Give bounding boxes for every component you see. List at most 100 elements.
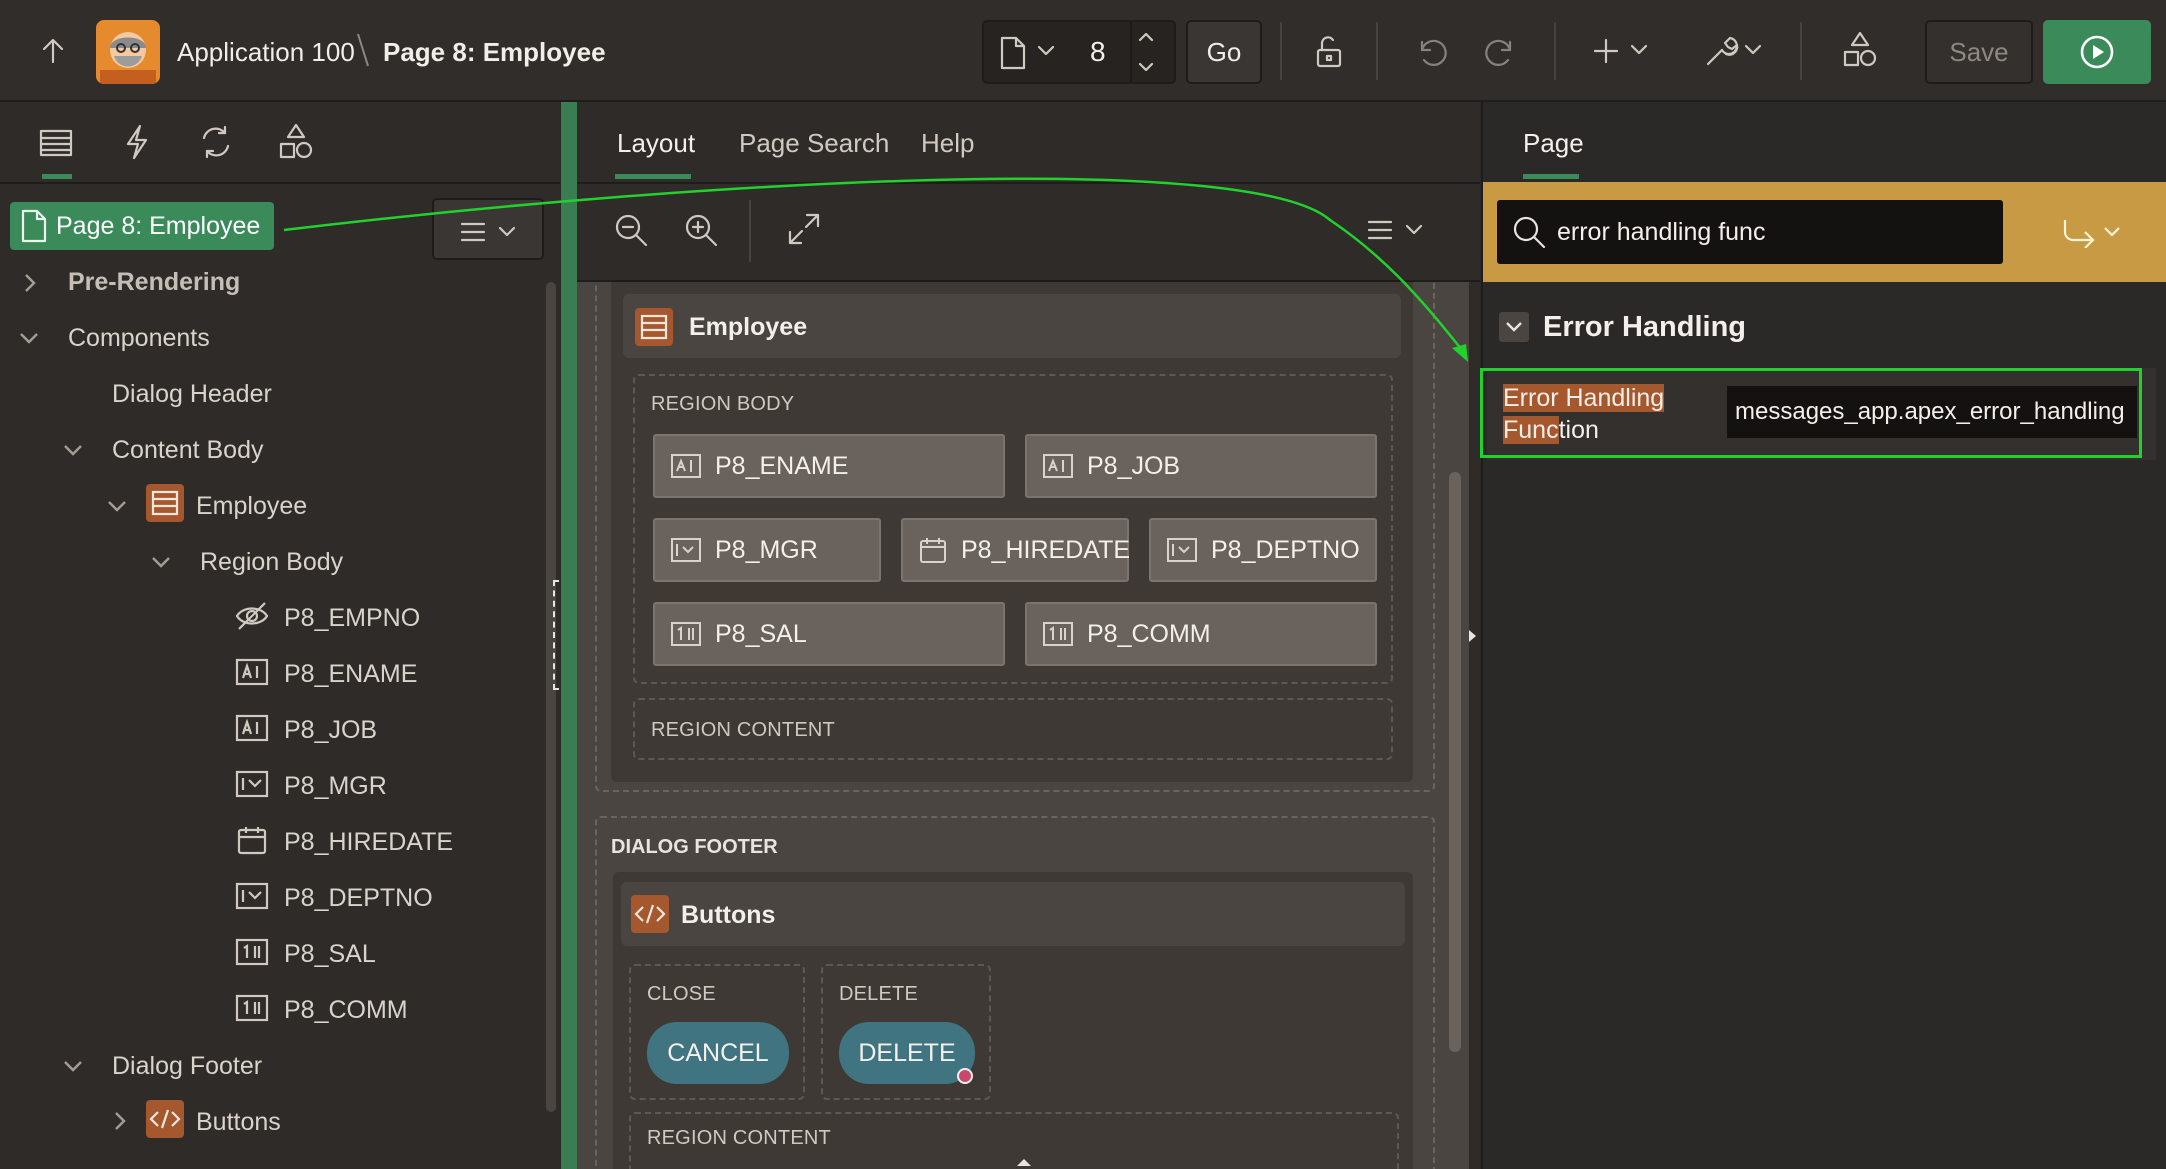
chevron-down-icon[interactable] [150, 554, 172, 570]
hamburger-icon [460, 220, 520, 244]
tree-item-ename[interactable]: P8_ENAME [284, 660, 417, 689]
hidden-eye-icon [234, 598, 270, 634]
dialog-footer-label: DIALOG FOOTER [611, 836, 778, 858]
tree-item-comm[interactable]: P8_COMM [284, 996, 408, 1025]
save-button[interactable]: Save [1925, 20, 2033, 84]
zoom-in-icon[interactable] [683, 212, 719, 248]
page-number-input[interactable]: 8 [1090, 36, 1106, 68]
processing-icon[interactable] [198, 124, 234, 160]
buttons-region-header[interactable]: Buttons [621, 882, 1405, 946]
tree-item-deptno[interactable]: P8_DEPTNO [284, 884, 433, 913]
left-scrollbar[interactable] [546, 282, 556, 1112]
delete-badge [957, 1068, 973, 1084]
top-toolbar: Application 100 Page 8: Employee 8 Go Sa… [0, 0, 2166, 102]
region-title: Employee [689, 313, 808, 341]
delete-slot-label: DELETE [839, 983, 919, 1005]
page-icon [20, 209, 48, 243]
tab-page-search[interactable]: Page Search [739, 128, 889, 159]
expand-right-handle[interactable] [1465, 626, 1479, 646]
lightning-icon[interactable] [122, 124, 152, 160]
number-field-icon [234, 990, 270, 1026]
decrement-icon[interactable] [1136, 58, 1156, 76]
tab-page[interactable]: Page [1523, 128, 1584, 159]
layout-menu-icon[interactable] [1367, 218, 1427, 242]
tree-dialog-header[interactable]: Dialog Header [112, 380, 272, 409]
up-arrow-icon[interactable] [36, 34, 70, 68]
tree-employee-region[interactable]: Employee [196, 492, 307, 521]
undo-icon[interactable] [1412, 34, 1448, 70]
region-content-label-2: REGION CONTENT [647, 1127, 831, 1149]
calendar-icon [234, 822, 270, 858]
shared-components-icon[interactable] [1842, 30, 1878, 70]
group-title-error-handling: Error Handling [1543, 311, 1747, 343]
item-p8-sal[interactable]: P8_SAL [653, 602, 1005, 666]
region-content-label: REGION CONTENT [651, 719, 835, 741]
tree-item-sal[interactable]: P8_SAL [284, 940, 376, 969]
tree-pre-rendering[interactable]: Pre-Rendering [68, 268, 240, 297]
splitter-bar[interactable] [561, 102, 577, 1169]
region-icon [146, 484, 184, 522]
chevron-right-icon[interactable] [22, 272, 38, 294]
item-p8-mgr[interactable]: P8_MGR [653, 518, 881, 582]
close-slot-label: CLOSE [647, 983, 716, 1005]
tree-item-hiredate[interactable]: P8_HIREDATE [284, 828, 453, 857]
tree-content-body[interactable]: Content Body [112, 436, 264, 465]
tree-root-page[interactable]: Page 8: Employee [10, 202, 274, 250]
number-field-icon [234, 934, 270, 970]
code-icon [146, 1100, 184, 1138]
tab-layout[interactable]: Layout [617, 128, 695, 159]
canvas-scrollbar[interactable] [1449, 472, 1461, 1052]
tree-buttons-region[interactable]: Buttons [196, 1108, 281, 1137]
redo-icon[interactable] [1484, 34, 1520, 70]
text-field-icon [234, 710, 270, 746]
create-menu-icon[interactable] [1592, 36, 1652, 66]
text-field-icon [234, 654, 270, 690]
utilities-wrench-icon[interactable] [1704, 32, 1766, 68]
search-icon [1511, 214, 1547, 250]
tree-menu-button[interactable] [432, 198, 544, 260]
item-p8-ename[interactable]: P8_ENAME [653, 434, 1005, 498]
property-search-bar: error handling func [1483, 182, 2166, 282]
annotation-highlight-box [1480, 368, 2142, 458]
expand-icon[interactable] [787, 212, 821, 246]
item-p8-job[interactable]: P8_JOB [1025, 434, 1377, 498]
chevron-right-icon[interactable] [112, 1110, 128, 1132]
employee-region-header[interactable]: Employee [623, 294, 1401, 358]
search-input[interactable]: error handling func [1497, 200, 2003, 264]
item-p8-deptno[interactable]: P8_DEPTNO [1149, 518, 1377, 582]
tree-dialog-footer[interactable]: Dialog Footer [112, 1052, 262, 1081]
item-p8-comm[interactable]: P8_COMM [1025, 602, 1377, 666]
tab-help[interactable]: Help [921, 128, 974, 159]
layout-canvas: Employee REGION BODY P8_ENAME P8_JOB P8_… [577, 282, 1469, 1169]
app-title[interactable]: Application 100 [177, 37, 355, 68]
delete-button[interactable]: DELETE [839, 1022, 975, 1084]
tree-item-empno[interactable]: P8_EMPNO [284, 604, 420, 633]
select-list-icon [234, 878, 270, 914]
page-selector[interactable]: 8 [982, 20, 1176, 84]
chevron-down-icon[interactable] [62, 1058, 84, 1074]
tree-item-mgr[interactable]: P8_MGR [284, 772, 387, 801]
item-p8-hiredate[interactable]: P8_HIREDATE [901, 518, 1130, 582]
rendering-tab-icon[interactable] [38, 128, 74, 158]
tree-item-job[interactable]: P8_JOB [284, 716, 377, 745]
go-to-group-icon[interactable] [2061, 218, 2125, 248]
layout-panel: Layout Page Search Help Employee REGION … [577, 102, 1480, 1169]
play-icon [2080, 35, 2114, 69]
cancel-button[interactable]: CANCEL [647, 1022, 789, 1084]
app-avatar[interactable] [96, 20, 160, 84]
zoom-out-icon[interactable] [613, 212, 649, 248]
chevron-down-icon[interactable] [62, 442, 84, 458]
tree-region-body[interactable]: Region Body [200, 548, 343, 577]
select-list-icon [234, 766, 270, 802]
scroll-up-arrow[interactable] [1015, 1156, 1033, 1168]
run-page-button[interactable] [2043, 20, 2151, 84]
go-button[interactable]: Go [1186, 20, 1262, 84]
chevron-down-icon[interactable] [18, 330, 40, 346]
unlock-icon[interactable] [1310, 34, 1346, 70]
increment-icon[interactable] [1136, 28, 1156, 46]
tree-components[interactable]: Components [68, 324, 210, 353]
chevron-down-icon[interactable] [1036, 44, 1056, 58]
shared-components-tab-icon[interactable] [278, 122, 314, 162]
group-collapse-toggle[interactable] [1499, 312, 1529, 342]
chevron-down-icon[interactable] [106, 498, 128, 514]
